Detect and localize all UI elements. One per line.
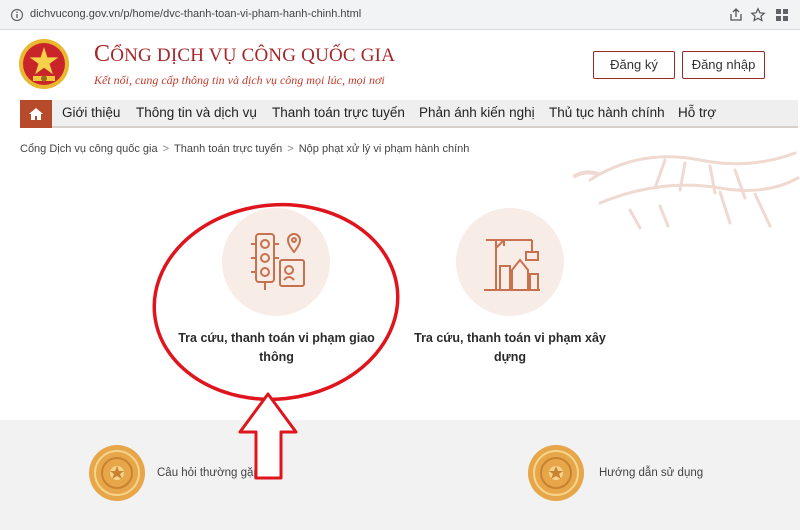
info-icon[interactable] <box>10 8 24 22</box>
nav-item-gioi-thieu[interactable]: Giới thiệu <box>62 105 120 120</box>
bronze-drum-icon[interactable] <box>88 444 146 502</box>
user-guide-link[interactable]: Hướng dẫn sử dụng <box>599 467 703 479</box>
extensions-icon[interactable] <box>774 7 790 23</box>
url-text[interactable]: dichvucong.gov.vn/p/home/dvc-thanh-toan-… <box>30 8 361 20</box>
breadcrumb-separator: > <box>287 143 294 155</box>
nav-item-ho-tro[interactable]: Hỗ trợ <box>678 105 716 120</box>
construction-violation-card-label[interactable]: Tra cứu, thanh toán vi phạm xây dựng <box>410 329 610 367</box>
home-button[interactable] <box>20 100 52 128</box>
main-nav: Giới thiệu Thông tin và dịch vụ Thanh to… <box>20 100 798 128</box>
nav-item-thanh-toan-truc-tuyen[interactable]: Thanh toán trực tuyến <box>272 105 405 120</box>
traffic-violation-card-icon-bg[interactable] <box>222 208 330 316</box>
share-icon[interactable] <box>728 7 744 23</box>
register-button[interactable]: Đăng ký <box>593 51 675 79</box>
site-subtitle: Kết nối, cung cấp thông tin và dịch vụ c… <box>94 73 385 87</box>
star-icon[interactable] <box>750 7 766 23</box>
decorative-birds-pattern <box>573 151 800 230</box>
breadcrumb-item-current: Nộp phạt xử lý vi phạm hành chính <box>298 143 470 155</box>
traffic-violation-card-label[interactable]: Tra cứu, thanh toán vi phạm giao thông <box>175 329 378 367</box>
national-emblem-logo[interactable] <box>18 38 70 90</box>
faq-link[interactable]: Câu hỏi thường gặp <box>157 467 260 479</box>
site-title-cap: C <box>94 41 111 67</box>
construction-violation-card-icon-bg[interactable] <box>456 208 564 316</box>
home-icon <box>29 108 43 120</box>
construction-crane-icon <box>484 239 540 291</box>
site-title-rest: ỔNG DỊCH VỤ CÔNG QUỐC GIA <box>110 45 396 66</box>
breadcrumb-item-home[interactable]: Cổng Dịch vụ công quốc gia <box>20 143 158 155</box>
bronze-drum-icon[interactable] <box>527 444 585 502</box>
browser-address-bar[interactable]: dichvucong.gov.vn/p/home/dvc-thanh-toan-… <box>0 0 800 30</box>
breadcrumb-separator: > <box>162 143 170 155</box>
traffic-violation-label-line1: Tra cứu, thanh toán vi phạm giao <box>178 331 375 345</box>
breadcrumb: Cổng Dịch vụ công quốc gia > Thanh toán tr… <box>20 143 469 155</box>
construction-violation-label-line2: dựng <box>494 350 526 364</box>
site-title[interactable]: CỔNG DỊCH VỤ CÔNG QUỐC GIA <box>94 41 395 68</box>
site-header: CỔNG DỊCH VỤ CÔNG QUỐC GIA Kết nối, cung… <box>0 30 800 98</box>
nav-item-thong-tin-dich-vu[interactable]: Thông tin và dịch vụ <box>136 105 257 120</box>
nav-item-thu-tuc-hanh-chinh[interactable]: Thủ tục hành chính <box>549 105 665 120</box>
breadcrumb-item-payment[interactable]: Thanh toán trực tuyến <box>174 143 282 155</box>
login-button[interactable]: Đăng nhập <box>682 51 765 79</box>
nav-item-phan-anh-kien-nghi[interactable]: Phản ánh kiến nghị <box>419 105 535 120</box>
construction-violation-label-line1: Tra cứu, thanh toán vi phạm xây <box>414 331 606 345</box>
traffic-light-icon <box>251 233 305 290</box>
traffic-violation-label-line2: thông <box>259 350 294 364</box>
